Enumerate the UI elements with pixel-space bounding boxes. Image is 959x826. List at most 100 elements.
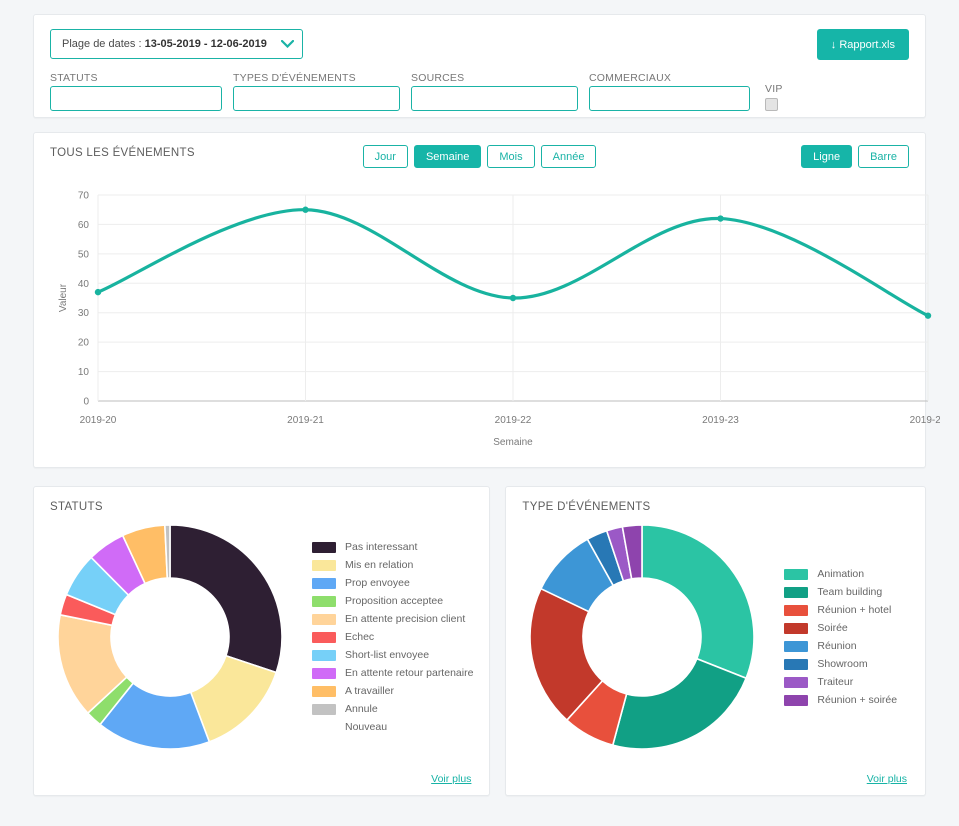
legend-swatch xyxy=(312,577,336,589)
legend-swatch xyxy=(784,694,809,706)
types-donut-svg xyxy=(529,524,756,750)
types-legend: Animation Team building Réunion + hotel Soi… xyxy=(784,565,897,709)
legend-item[interactable]: Prop envoyee xyxy=(312,574,473,592)
tab-barre[interactable]: Barre xyxy=(858,145,909,168)
legend-item[interactable]: Showroom xyxy=(784,655,897,673)
statuts-title: STATUTS xyxy=(50,501,103,513)
svg-text:60: 60 xyxy=(78,220,90,231)
svg-text:30: 30 xyxy=(78,308,90,319)
legend-swatch xyxy=(784,676,809,688)
legend-label: Soirée xyxy=(817,622,848,634)
filter-vip: VIP xyxy=(765,83,783,111)
legend-swatch xyxy=(312,649,336,661)
legend-label: A travailler xyxy=(345,685,395,697)
legend-item[interactable]: Réunion + soirée xyxy=(784,691,897,709)
statuts-legend: Pas interessant Mis en relation Prop envoy… xyxy=(312,538,473,736)
legend-label: En attente retour partenaire xyxy=(345,667,474,679)
filter-vip-label: VIP xyxy=(765,83,783,95)
statuts-donut-svg xyxy=(57,524,283,750)
legend-label: Team building xyxy=(817,586,883,598)
vip-checkbox[interactable] xyxy=(765,98,778,111)
date-range-text: Plage de dates : 13-05-2019 - 12-06-2019 xyxy=(62,38,267,50)
filter-types-label: TYPES D'ÉVÉNEMENTS xyxy=(233,72,356,84)
legend-swatch xyxy=(312,559,336,571)
legend-swatch xyxy=(312,685,336,697)
legend-swatch xyxy=(312,613,336,625)
donut-cards-row: STATUTS Pas interessant Mis en relation Pr… xyxy=(33,486,926,796)
svg-text:2019-24: 2019-24 xyxy=(910,415,940,426)
svg-text:50: 50 xyxy=(78,249,90,260)
legend-item[interactable]: Mis en relation xyxy=(312,556,473,574)
chevron-down-icon xyxy=(280,40,294,48)
legend-item[interactable]: Team building xyxy=(784,583,897,601)
legend-item[interactable]: Proposition acceptee xyxy=(312,592,473,610)
legend-label: Mis en relation xyxy=(345,559,414,571)
legend-item[interactable]: Short-list envoyee xyxy=(312,646,473,664)
legend-label: Nouveau xyxy=(345,721,388,733)
legend-item[interactable]: Echec xyxy=(312,628,473,646)
legend-swatch xyxy=(312,667,336,679)
svg-text:2019-22: 2019-22 xyxy=(495,415,532,426)
legend-item[interactable]: Réunion xyxy=(784,637,897,655)
legend-item[interactable]: Traiteur xyxy=(784,673,897,691)
legend-item[interactable]: Nouveau xyxy=(312,718,473,736)
svg-text:2019-21: 2019-21 xyxy=(287,415,324,426)
types-card: TYPE D'ÉVÉNEMENTS Animation Team building… xyxy=(505,486,926,796)
legend-label: En attente precision client xyxy=(345,613,466,625)
legend-item[interactable]: Réunion + hotel xyxy=(784,601,897,619)
legend-label: Réunion xyxy=(817,640,857,652)
legend-item[interactable]: En attente precision client xyxy=(312,610,473,628)
legend-item[interactable]: En attente retour partenaire xyxy=(312,664,473,682)
legend-label: Réunion + hotel xyxy=(817,604,892,616)
legend-item[interactable]: Annule xyxy=(312,700,473,718)
svg-text:2019-20: 2019-20 xyxy=(80,415,117,426)
types-body: Animation Team building Réunion + hotel Soi… xyxy=(522,517,909,757)
legend-item[interactable]: Soirée xyxy=(784,619,897,637)
filter-sources-label: SOURCES xyxy=(411,72,465,84)
legend-label: Prop envoyee xyxy=(345,577,410,589)
legend-swatch xyxy=(784,658,809,670)
legend-item[interactable]: A travailler xyxy=(312,682,473,700)
legend-label: Traiteur xyxy=(817,676,854,688)
filter-commerciaux: COMMERCIAUX xyxy=(589,72,750,111)
tab-jour[interactable]: Jour xyxy=(362,145,408,168)
types-title: TYPE D'ÉVÉNEMENTS xyxy=(522,501,651,513)
types-input[interactable] xyxy=(233,86,400,111)
statuts-input[interactable] xyxy=(50,86,222,111)
legend-swatch xyxy=(784,640,809,652)
filter-sources: SOURCES xyxy=(411,72,578,111)
filters-card: Plage de dates : 13-05-2019 - 12-06-2019… xyxy=(33,14,926,118)
svg-text:20: 20 xyxy=(78,338,90,349)
legend-label: Animation xyxy=(817,568,865,580)
svg-text:0: 0 xyxy=(83,397,89,408)
tab-ligne[interactable]: Ligne xyxy=(801,145,853,168)
date-range-picker[interactable]: Plage de dates : 13-05-2019 - 12-06-2019 xyxy=(50,29,303,59)
tab-annee[interactable]: Année xyxy=(540,145,597,168)
legend-item[interactable]: Pas interessant xyxy=(312,538,473,556)
svg-text:2019-23: 2019-23 xyxy=(702,415,739,426)
tab-semaine[interactable]: Semaine xyxy=(413,145,482,168)
tab-mois[interactable]: Mois xyxy=(487,145,535,168)
svg-text:10: 10 xyxy=(78,367,90,378)
legend-swatch xyxy=(784,568,809,580)
statuts-card: STATUTS Pas interessant Mis en relation Pr… xyxy=(33,486,491,796)
legend-item[interactable]: Animation xyxy=(784,565,897,583)
svg-text:70: 70 xyxy=(78,191,90,202)
sources-input[interactable] xyxy=(411,86,578,111)
legend-swatch xyxy=(784,622,809,634)
legend-label: Echec xyxy=(345,631,375,643)
filter-statuts: STATUTS xyxy=(50,72,222,111)
types-voir-plus-link[interactable]: Voir plus xyxy=(867,773,907,785)
line-chart-svg: 0 10 20 30 40 50 60 70 2019-20 2019-21 2019-22 2019… xyxy=(58,191,947,449)
export-report-button[interactable]: ↓ Rapport.xls xyxy=(816,29,909,60)
chart-type-tabs: Ligne Barre xyxy=(801,145,909,168)
statuts-voir-plus-link[interactable]: Voir plus xyxy=(431,773,471,785)
filters-row: STATUTS TYPES D'ÉVÉNEMENTS SOURCES COMME… xyxy=(50,72,909,111)
legend-swatch xyxy=(784,586,809,598)
legend-swatch xyxy=(784,604,809,616)
legend-swatch xyxy=(312,631,336,643)
statuts-donut xyxy=(50,517,302,757)
svg-text:40: 40 xyxy=(78,279,90,290)
commerciaux-input[interactable] xyxy=(589,86,750,111)
types-donut xyxy=(522,517,774,757)
